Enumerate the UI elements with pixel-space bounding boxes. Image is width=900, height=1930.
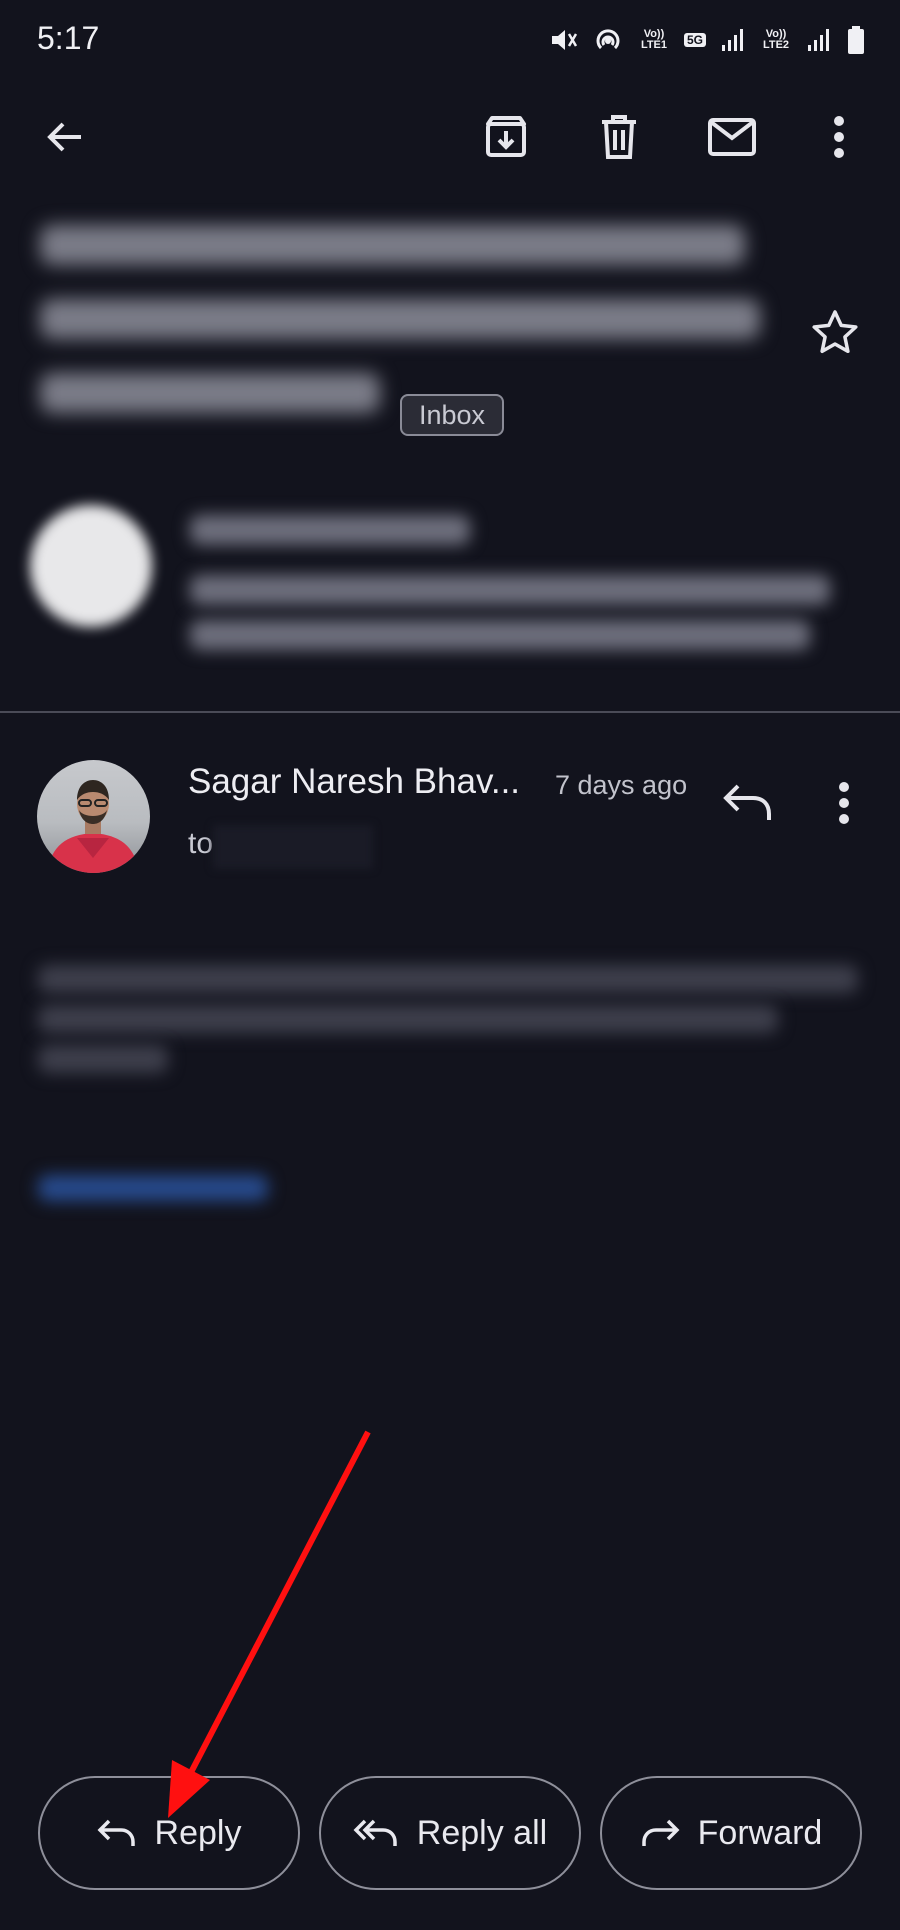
redacted-text	[190, 515, 470, 545]
message-more-button[interactable]	[838, 782, 850, 824]
redacted-text	[190, 575, 830, 605]
back-button[interactable]	[34, 107, 94, 167]
reply-icon-button[interactable]	[722, 780, 774, 824]
reply-all-label: Reply all	[416, 1813, 548, 1852]
back-arrow-icon	[43, 116, 85, 158]
archive-button[interactable]	[476, 107, 536, 167]
reply-button[interactable]: Reply	[38, 1776, 300, 1890]
signal-icon	[720, 27, 746, 53]
collapsed-message[interactable]	[0, 495, 900, 675]
volte-lte2-icon: Vo)) LTE2	[762, 28, 790, 51]
reply-all-button[interactable]: Reply all	[319, 1776, 581, 1890]
reply-icon	[722, 780, 774, 824]
recipient-details-toggle[interactable]: to	[188, 827, 213, 861]
star-button[interactable]	[810, 308, 860, 358]
redacted-text	[190, 620, 810, 650]
avatar[interactable]	[37, 760, 150, 873]
more-vert-icon	[838, 782, 850, 824]
archive-icon	[483, 114, 529, 160]
sender-name[interactable]: Sagar Naresh Bhav...	[188, 762, 520, 802]
mark-unread-button[interactable]	[702, 107, 762, 167]
subject-blurred	[40, 225, 780, 413]
forward-button[interactable]: Forward	[600, 1776, 862, 1890]
reply-all-icon	[353, 1816, 399, 1850]
delete-button[interactable]	[589, 107, 649, 167]
mail-icon	[707, 117, 757, 157]
status-icons: Vo)) LTE1 5G Vo)) LTE2	[548, 20, 866, 60]
redacted-recipient	[213, 825, 373, 869]
signal-icon	[806, 27, 832, 53]
reply-label: Reply	[154, 1813, 242, 1852]
mute-icon	[548, 25, 578, 55]
star-icon	[810, 308, 860, 358]
forward-icon	[640, 1816, 680, 1850]
more-vert-icon	[833, 116, 845, 158]
forward-label: Forward	[697, 1813, 823, 1852]
hotspot-icon	[592, 24, 624, 56]
more-options-button[interactable]	[809, 107, 869, 167]
volte-lte1-icon: Vo)) LTE1	[640, 28, 668, 51]
status-time: 5:17	[37, 20, 100, 56]
trash-icon	[598, 114, 640, 160]
reply-icon	[97, 1816, 137, 1850]
avatar	[30, 505, 152, 627]
message-time: 7 days ago	[555, 770, 688, 800]
battery-icon	[846, 25, 866, 55]
inbox-label-chip[interactable]: Inbox	[400, 394, 505, 436]
5g-icon: 5G	[683, 33, 706, 47]
divider	[0, 711, 900, 713]
